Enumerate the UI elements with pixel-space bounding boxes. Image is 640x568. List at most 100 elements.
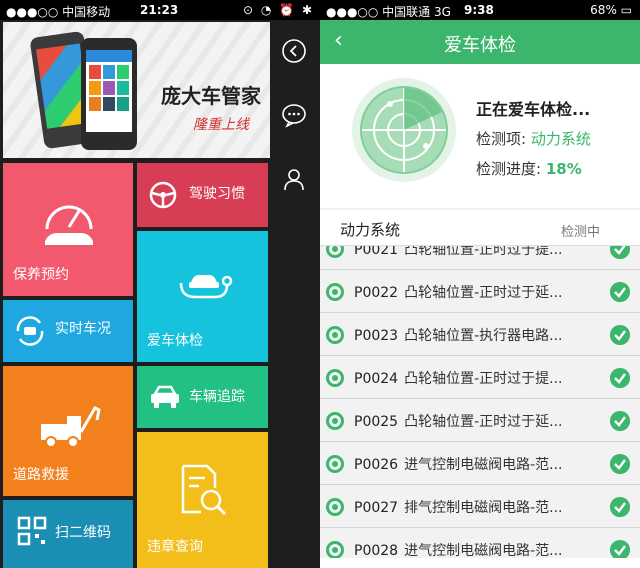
tile-maintenance[interactable]: 保养预约 — [3, 163, 133, 296]
tile-label: 车辆追踪 — [189, 389, 245, 405]
tile-driving-habits[interactable]: 驾驶习惯 — [137, 163, 268, 227]
fault-description: 凸轮轴位置-执行器电路... — [404, 328, 563, 344]
list-item[interactable]: P0024 凸轮轴位置-正时过于提... — [320, 356, 640, 399]
check-icon — [610, 282, 630, 302]
tile-label: 实时车况 — [55, 321, 111, 337]
tile-violations[interactable]: 违章查询 — [137, 432, 268, 568]
fault-code: P0021 — [354, 246, 399, 258]
radar-scan-icon — [352, 78, 456, 182]
status-bar: ●●●○○ 中国移动 21:23 ⊙ ◔ ⏰ ✱ — [0, 0, 320, 20]
tile-label: 违章查询 — [147, 539, 203, 555]
carrier-label: ●●●○○ 中国联通 3G — [326, 5, 451, 19]
fault-code: P0022 — [354, 285, 399, 301]
item-text: P0024 凸轮轴位置-正时过于提... — [354, 368, 604, 388]
status-icons: ⊙ ◔ ⏰ ✱ — [243, 3, 314, 17]
phone-image — [81, 38, 137, 150]
list-item[interactable]: P0022 凸轮轴位置-正时过于延... — [320, 270, 640, 313]
carrier-label: ●●●○○ 中国移动 — [6, 5, 111, 19]
fault-code: P0028 — [354, 543, 399, 558]
check-icon — [610, 497, 630, 517]
check-progress-line: 检测进度: 18% — [476, 158, 582, 179]
tile-label: 道路救援 — [13, 467, 69, 483]
fault-code: P0026 — [354, 457, 399, 473]
document-search-icon — [181, 464, 227, 516]
item-text: P0026 进气控制电磁阀电路-范... — [354, 454, 604, 474]
check-item-value: 动力系统 — [530, 130, 591, 148]
section-state: 检测中 — [560, 225, 600, 240]
chevron-left-icon[interactable] — [281, 38, 307, 64]
stethoscope-car-icon — [179, 275, 233, 299]
promo-banner[interactable]: 庞大车管家 隆重上线 — [3, 22, 270, 158]
refresh-car-icon — [16, 316, 44, 346]
tile-label: 爱车体检 — [147, 333, 203, 349]
section-name: 动力系统 — [340, 221, 401, 239]
check-item-label: 检测项: — [476, 130, 531, 148]
fault-description: 凸轮轴位置-正时过于提... — [404, 246, 563, 258]
tile-live-status[interactable]: 实时车况 — [3, 300, 133, 362]
item-text: P0027 排气控制电磁阀电路-范... — [354, 497, 604, 517]
item-text: P0028 进气控制电磁阀电路-范... — [354, 540, 604, 558]
check-progress-label: 检测进度: — [476, 160, 546, 178]
banner-subtitle: 隆重上线 — [193, 117, 249, 133]
footer-strip — [320, 558, 640, 568]
tile-label: 扫二维码 — [55, 525, 111, 541]
timeline-node-icon — [326, 541, 344, 558]
fault-description: 进气控制电磁阀电路-范... — [404, 457, 563, 473]
list-item[interactable]: P0025 凸轮轴位置-正时过于延... — [320, 399, 640, 442]
chat-bubble-icon[interactable] — [281, 102, 307, 128]
list-item[interactable]: P0023 凸轮轴位置-执行器电路... — [320, 313, 640, 356]
list-item[interactable]: P0027 排气控制电磁阀电路-范... — [320, 485, 640, 528]
check-item-list[interactable]: P0021 凸轮轴位置-正时过于提... P0022 凸轮轴位置-正时过于延... P0… — [320, 246, 640, 558]
status-bar: ●●●○○ 中国联通 3G 9:38 68% ▭ — [320, 0, 640, 20]
timeline-node-icon — [326, 498, 344, 516]
item-text: P0021 凸轮轴位置-正时过于提... — [354, 246, 604, 259]
list-item[interactable]: P0026 进气控制电磁阀电路-范... — [320, 442, 640, 485]
page-title: 爱车体检 — [444, 35, 516, 56]
tile-label: 保养预约 — [13, 267, 69, 283]
check-progress-value: 18% — [545, 160, 582, 178]
speedometer-icon — [45, 205, 93, 245]
item-text: P0022 凸轮轴位置-正时过于延... — [354, 282, 604, 302]
fault-code: P0027 — [354, 500, 399, 516]
tile-scan-qr[interactable]: 扫二维码 — [3, 500, 133, 568]
fault-description: 凸轮轴位置-正时过于延... — [404, 285, 563, 301]
list-item[interactable]: P0021 凸轮轴位置-正时过于提... — [320, 246, 640, 270]
car-icon — [151, 385, 179, 408]
tile-car-check[interactable]: 爱车体检 — [137, 231, 268, 362]
timeline-node-icon — [326, 283, 344, 301]
fault-description: 进气控制电磁阀电路-范... — [404, 543, 563, 558]
battery-level: 68% ▭ — [590, 3, 632, 17]
list-item[interactable]: P0028 进气控制电磁阀电路-范... — [320, 528, 640, 558]
fault-description: 排气控制电磁阀电路-范... — [404, 500, 563, 516]
check-icon — [610, 325, 630, 345]
check-status-title: 正在爱车体检... — [476, 100, 591, 119]
timeline-node-icon — [326, 246, 344, 258]
tile-road-rescue[interactable]: 道路救援 — [3, 366, 133, 496]
fault-description: 凸轮轴位置-正时过于提... — [404, 371, 563, 387]
tile-label: 驾驶习惯 — [189, 186, 245, 202]
item-text: P0025 凸轮轴位置-正时过于延... — [354, 411, 604, 431]
timeline-node-icon — [326, 326, 344, 344]
check-icon — [610, 246, 630, 259]
banner-title: 庞大车管家 — [161, 84, 261, 108]
fault-description: 凸轮轴位置-正时过于延... — [404, 414, 563, 430]
nav-bar: ‹ 爱车体检 — [320, 20, 640, 64]
home-screen: ●●●○○ 中国移动 21:23 ⊙ ◔ ⏰ ✱ 庞大车管家 隆重上线 保养预约… — [0, 0, 320, 568]
clock: 21:23 — [140, 3, 179, 17]
fault-code: P0024 — [354, 371, 399, 387]
check-status-card: 正在爱车体检... 检测项: 动力系统 检测进度: 18% — [320, 64, 640, 208]
check-icon — [610, 540, 630, 558]
user-icon[interactable] — [281, 166, 307, 192]
timeline-node-icon — [326, 455, 344, 473]
clock: 9:38 — [464, 3, 494, 17]
tile-tracking[interactable]: 车辆追踪 — [137, 366, 268, 428]
fault-code: P0023 — [354, 328, 399, 344]
car-check-screen: ●●●○○ 中国联通 3G 9:38 68% ▭ ‹ 爱车体检 正在爱车体检..… — [320, 0, 640, 568]
tow-truck-icon — [41, 406, 101, 448]
section-header: 动力系统 检测中 — [320, 210, 640, 246]
check-icon — [610, 411, 630, 431]
check-icon — [610, 368, 630, 388]
fault-code: P0025 — [354, 414, 399, 430]
timeline-node-icon — [326, 412, 344, 430]
qr-code-icon — [17, 516, 47, 546]
